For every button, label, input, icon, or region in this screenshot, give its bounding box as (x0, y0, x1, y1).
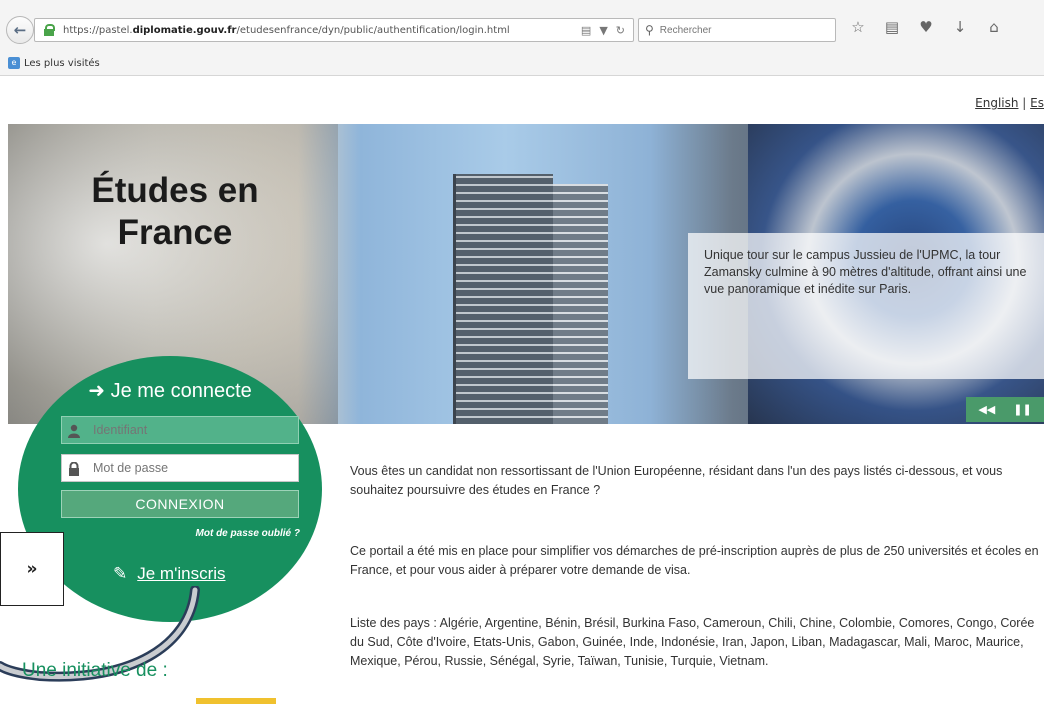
login-heading: ➜ Je me connecte (88, 380, 252, 402)
countries-text: Liste des pays : Algérie, Argentine, Bén… (350, 616, 1035, 668)
password-input[interactable] (91, 460, 286, 476)
bookmarks-bar: e Les plus visités (0, 52, 1044, 74)
reload-icon[interactable]: ↻ (616, 24, 625, 37)
star-icon[interactable]: ☆ (848, 18, 868, 36)
connexion-button[interactable]: CONNEXION (61, 490, 299, 518)
username-input[interactable] (91, 422, 286, 438)
sign-in-icon: ➜ (88, 380, 105, 402)
pocket-icon[interactable]: ♥ (916, 18, 936, 36)
pencil-icon: ✎ (113, 564, 128, 583)
lang-next-link[interactable]: Es (1030, 96, 1044, 110)
url-text: https://pastel.diplomatie.gouv.fr/etudes… (63, 24, 510, 36)
password-field[interactable] (61, 454, 299, 482)
portal-text: Ce portail a été mis en place pour simpl… (350, 544, 1039, 577)
search-input[interactable] (657, 23, 818, 37)
signup-link[interactable]: ✎ Je m'inscris (113, 564, 226, 584)
initiative-heading: Une initiative de : (22, 660, 168, 681)
user-icon (67, 423, 81, 438)
bookmark-most-visited[interactable]: Les plus visités (24, 58, 100, 69)
partner-logo (196, 698, 276, 704)
language-switcher: English | Es (975, 96, 1044, 110)
lang-english-link[interactable]: English (975, 96, 1018, 110)
search-bar[interactable]: ⚲ (638, 18, 836, 42)
back-arrow-icon[interactable]: ← (6, 16, 34, 44)
browser-toolbar: ← https://pastel.diplomatie.gouv.fr/etud… (0, 0, 1044, 76)
hero-caption: Unique tour sur le campus Jussieu de l'U… (688, 233, 1044, 379)
home-icon[interactable]: ⌂ (984, 18, 1004, 36)
dropdown-arrow-icon[interactable]: ▼ (599, 24, 607, 37)
padlock-icon (67, 461, 81, 476)
intro-text: Vous êtes un candidat non ressortissant … (350, 464, 1003, 497)
lock-icon (43, 24, 55, 36)
download-icon[interactable]: ↓ (950, 18, 970, 36)
slider-controls: ◀◀ ❚❚ (966, 397, 1044, 422)
search-icon: ⚲ (645, 23, 654, 37)
username-field[interactable] (61, 416, 299, 444)
page-title: Études en France (91, 171, 259, 252)
clipboard-icon[interactable]: ▤ (882, 18, 902, 36)
rewind-icon[interactable]: ◀◀ (978, 403, 995, 416)
bookmark-icon: e (8, 57, 20, 69)
address-bar[interactable]: https://pastel.diplomatie.gouv.fr/etudes… (34, 18, 634, 42)
pause-icon[interactable]: ❚❚ (1013, 403, 1031, 416)
reader-view-icon[interactable]: ▤ (581, 24, 591, 37)
